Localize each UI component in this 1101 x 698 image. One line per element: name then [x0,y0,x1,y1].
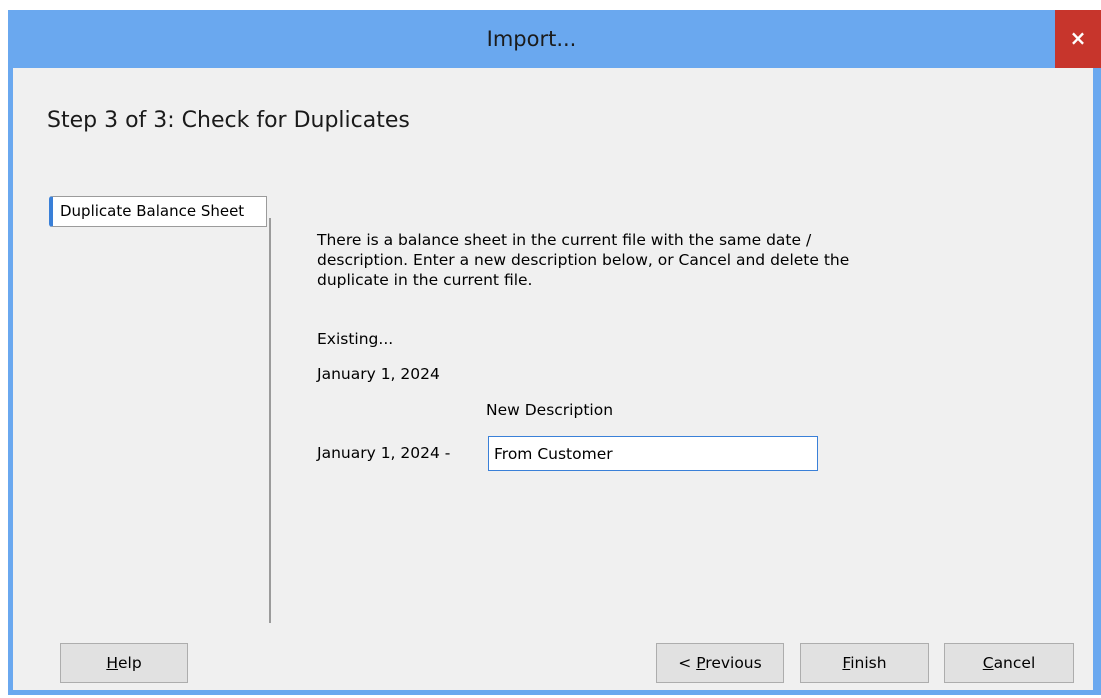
dialog-body: Step 3 of 3: Check for Duplicates Duplic… [13,68,1093,690]
previous-prefix: < [678,654,697,672]
window-title: Import... [486,27,577,51]
previous-mnemonic: P [696,654,706,672]
existing-label: Existing... [317,330,394,348]
duplicate-message: There is a balance sheet in the current … [317,231,850,289]
tab-strip-divider [269,218,271,623]
new-date-prefix: January 1, 2024 - [317,444,451,462]
new-description-input[interactable] [488,436,818,471]
help-button[interactable]: Help [60,643,188,683]
cancel-label: ancel [993,654,1036,672]
tab-label: Duplicate Balance Sheet [60,202,245,220]
help-label: elp [117,654,142,672]
close-button[interactable]: × [1055,10,1101,68]
close-icon: × [1069,26,1087,50]
finish-label: inish [850,654,887,672]
screen: Import... × Step 3 of 3: Check for Dupli… [0,0,1101,698]
title-bar[interactable]: Import... × [8,10,1101,68]
step-title: Step 3 of 3: Check for Duplicates [47,108,410,133]
cancel-button[interactable]: Cancel [944,643,1074,683]
previous-label: revious [705,654,762,672]
cancel-mnemonic: C [982,654,994,672]
tab-duplicate-balance-sheet[interactable]: Duplicate Balance Sheet [49,196,267,227]
previous-button[interactable]: < Previous [656,643,784,683]
existing-date: January 1, 2024 [317,365,440,383]
finish-button[interactable]: Finish [800,643,929,683]
new-description-label: New Description [486,401,614,419]
import-dialog: Import... × Step 3 of 3: Check for Dupli… [8,10,1101,695]
help-mnemonic: H [106,654,118,672]
